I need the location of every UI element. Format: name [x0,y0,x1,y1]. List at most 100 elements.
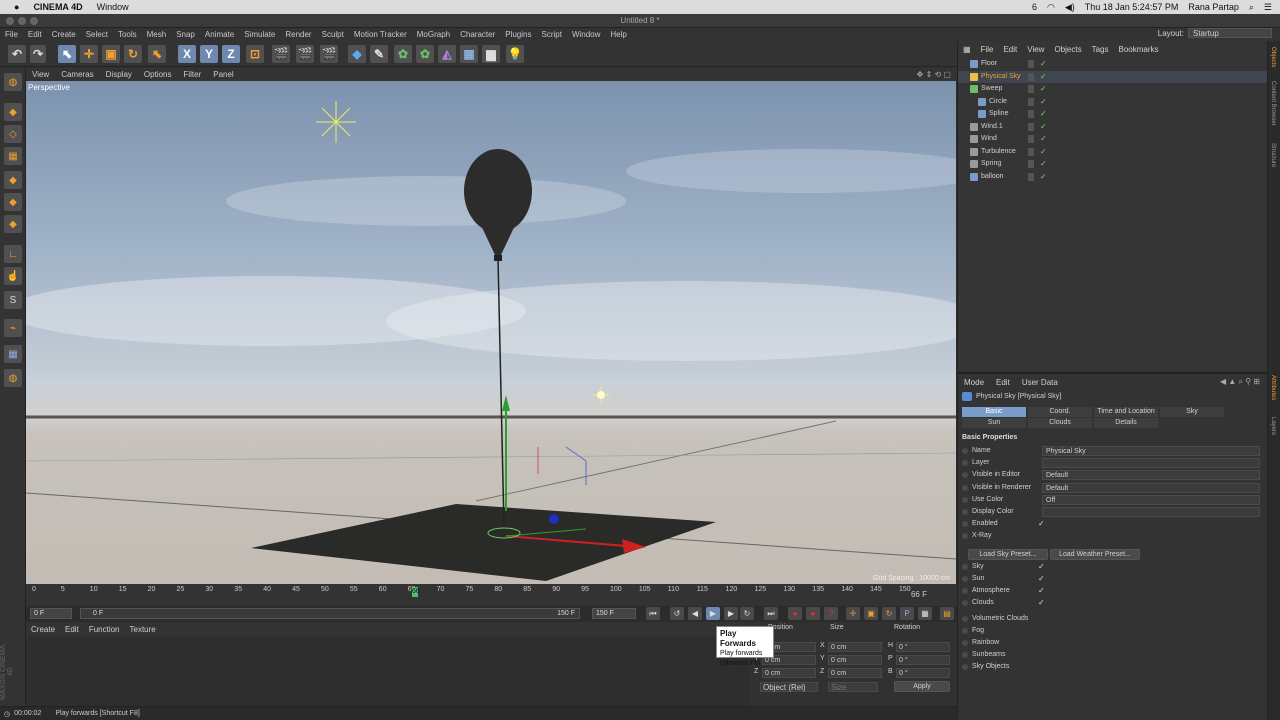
menu-motion-tracker[interactable]: Motion Tracker [349,30,412,39]
enabled-check-icon[interactable]: ✓ [1040,146,1047,158]
menu-select[interactable]: Select [81,30,113,39]
menu-render[interactable]: Render [280,30,316,39]
menu-tools[interactable]: Tools [113,30,142,39]
attribute-value-field[interactable]: Off [1042,494,1260,505]
menu-animate[interactable]: Animate [200,30,239,39]
viewport-menu-display[interactable]: Display [100,70,138,79]
object-row[interactable]: Physical Sky ✓ [958,70,1268,83]
animation-dot-icon[interactable] [962,628,968,634]
axis-mode-icon[interactable]: ∟ [4,245,22,263]
objects-menu-objects[interactable]: Objects [1049,45,1086,54]
visibility-toggle[interactable] [1028,135,1034,143]
attribute-value-field[interactable] [1042,507,1260,517]
object-row[interactable]: balloon ✓ [958,171,1268,183]
load-sky-preset-button[interactable]: Load Sky Preset... [968,549,1048,560]
animation-dot-icon[interactable] [962,448,968,454]
enabled-check-icon[interactable]: ✓ [1040,58,1047,70]
animation-dot-icon[interactable] [962,600,968,606]
menu-character[interactable]: Character [455,30,500,39]
render-settings-icon[interactable]: 🎬 [320,45,338,63]
attribute-value-field[interactable]: Physical Sky [1042,446,1260,456]
go-to-previous-frame-icon[interactable]: ◀ [688,607,702,620]
attr-menu-edit[interactable]: Edit [990,378,1016,387]
visibility-toggle[interactable] [1028,85,1034,93]
animation-dot-icon[interactable] [962,588,968,594]
strip-tab-structure[interactable]: Structure [1270,143,1276,167]
menu-mograph[interactable]: MoGraph [412,30,455,39]
3d-viewport[interactable]: Perspective Grid Spacing : 10000 cm [26,81,956,584]
x-axis-icon[interactable]: X [178,45,196,63]
floor-icon[interactable]: ▦ [460,45,478,63]
viewport-nav-icons[interactable]: ✥ ⇕ ⟲ ▢ [917,70,951,79]
strip-tab-content-browser[interactable]: Content Browser [1270,81,1276,126]
attr-menu-user-data[interactable]: User Data [1016,378,1064,387]
app-menu[interactable]: CINEMA 4D [33,2,82,12]
attribute-value-field[interactable] [1042,458,1260,469]
material-menu-create[interactable]: Create [26,625,60,634]
z-axis-icon[interactable]: Z [222,45,240,63]
animation-dot-icon[interactable] [962,521,968,527]
autokeying-icon[interactable]: ● [806,607,820,620]
size-y-field[interactable]: 0 cm [828,655,882,665]
pen-icon[interactable]: ✎ [370,45,388,63]
viewport-menu-cameras[interactable]: Cameras [55,70,99,79]
close-icon[interactable] [6,17,14,25]
visibility-toggle[interactable] [1028,110,1034,118]
make-editable-icon[interactable]: ◍ [4,73,22,91]
animation-dot-icon[interactable] [962,640,968,646]
visibility-toggle[interactable] [1028,147,1034,156]
object-row[interactable]: Spline ✓ [958,108,1268,120]
animation-dot-icon[interactable] [962,496,968,503]
material-menu-function[interactable]: Function [84,625,125,634]
coordinate-mode-dropdown[interactable]: Object (Rel) [760,682,818,692]
rotation-b-field[interactable]: 0 ° [896,668,950,678]
user-name[interactable]: Rana Partap [1188,2,1239,12]
animation-dot-icon[interactable] [962,664,968,670]
object-row[interactable]: Circle ✓ [958,96,1268,108]
live-selection-icon[interactable]: ⬉ [58,45,76,63]
render-view-icon[interactable]: 🎬 [272,45,290,63]
animation-dot-icon[interactable] [962,564,968,570]
rotation-p-field[interactable]: 0 ° [896,655,950,665]
size-mode-dropdown[interactable]: Size [828,682,878,692]
go-to-start-icon[interactable]: ⏮ [646,607,660,620]
strip-tab-attributes[interactable]: Attributes [1270,375,1276,400]
animation-dot-icon[interactable] [962,533,968,539]
menu-plugins[interactable]: Plugins [500,30,536,39]
position-key-icon[interactable]: ✛ [846,607,860,620]
visibility-toggle[interactable] [1028,172,1034,181]
tab-time-and-location[interactable]: Time and Location [1094,407,1158,417]
go-to-previous-key-icon[interactable]: ↺ [670,607,684,620]
animation-dot-icon[interactable] [962,616,968,622]
texture-mode-icon[interactable]: ◇ [4,125,22,143]
tab-clouds[interactable]: Clouds [1028,418,1092,428]
workplane-mode-icon[interactable]: ▦ [4,147,22,165]
volume-icon[interactable]: ◀) [1065,2,1075,13]
start-frame-field[interactable]: 0 F [30,608,72,619]
objects-menu-bookmarks[interactable]: Bookmarks [1113,45,1163,54]
layout-dropdown[interactable]: Startup [1188,28,1272,38]
visibility-toggle[interactable] [1028,60,1034,68]
object-row[interactable]: Sweep ✓ [958,83,1268,95]
position-z-field[interactable]: 0 cm [762,668,816,678]
move-icon[interactable]: ✛ [80,45,98,63]
tab-details[interactable]: Details [1094,418,1158,428]
visibility-toggle[interactable] [1028,72,1034,81]
size-x-field[interactable]: 0 cm [828,642,882,652]
material-menu-edit[interactable]: Edit [60,625,84,634]
animation-dot-icon[interactable] [962,509,968,515]
cube-icon[interactable]: ◆ [348,45,366,63]
scale-icon[interactable]: ▣ [102,45,120,63]
tab-sky[interactable]: Sky [1160,407,1224,417]
parameter-key-icon[interactable]: P [900,607,914,620]
attr-nav-icons[interactable]: ◀ ▲ ⌕ ⚲ ⊞ [1220,377,1260,387]
minimize-icon[interactable] [18,17,26,25]
tweak-mode-icon[interactable]: ☝ [4,267,22,285]
tab-basic[interactable]: Basic [962,407,1026,417]
attribute-checkbox[interactable]: ✓ [1038,519,1045,528]
enabled-check-icon[interactable]: ✓ [1040,83,1047,95]
frame-range-slider[interactable]: 0 F 150 F [80,608,580,619]
menu-file[interactable]: File [0,30,23,39]
record-keys-icon[interactable]: ● [788,607,802,620]
enabled-check-icon[interactable]: ✓ [1040,121,1047,133]
